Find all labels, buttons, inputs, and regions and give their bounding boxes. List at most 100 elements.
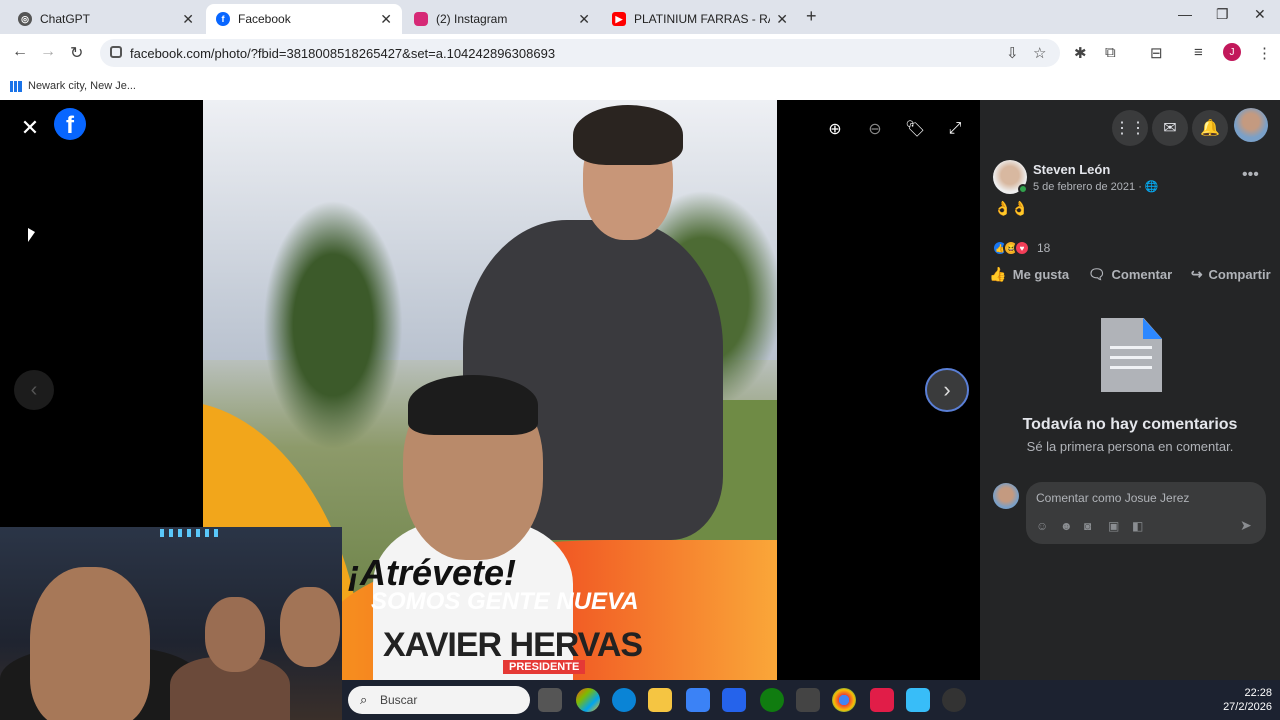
streamer-face [30,567,150,720]
clock-time: 22:28 [1244,687,1272,699]
close-tab-icon[interactable]: ✕ [182,11,194,28]
tag-icon[interactable]: 🏷 [902,116,928,142]
tab-title: PLATINIUM FARRAS - RAKATA [634,12,770,26]
bookmarks-bar: Newark city, New Je... [0,72,1280,100]
photo-person-hair [573,105,683,165]
back-icon[interactable]: ← [12,43,28,61]
more-options-icon[interactable]: ••• [1242,166,1259,184]
post-date[interactable]: 5 de febrero de 2021 · 🌐 [1033,180,1159,193]
photos-icon[interactable] [906,688,930,712]
profile-avatar[interactable]: J [1223,43,1241,61]
comment-label: Comentar [1111,266,1173,282]
url-text: facebook.com/photo/?fbid=381800851826542… [130,45,556,61]
window-close-icon[interactable]: ✕ [1254,6,1266,23]
app-icon[interactable] [796,688,820,712]
xbox-icon[interactable] [760,688,784,712]
thumbs-up-icon: 👍 [989,265,1007,282]
notifications-bell-icon[interactable]: 🔔 [1192,110,1228,146]
menu-grid-icon[interactable]: ⋮⋮ [1112,110,1148,146]
like-button[interactable]: 👍 Me gusta [989,266,1069,283]
post-actions: 👍 Me gusta 🗨 Comentar ↪ Compartir [980,260,1280,288]
zoom-out-icon[interactable]: ⊖ [862,116,888,142]
tab-facebook[interactable]: f Facebook ✕ [206,4,402,34]
send-icon[interactable]: ➤ [1240,517,1252,534]
taskbar-clock[interactable]: 22:28 27/2/2026 [1210,686,1272,714]
install-app-icon[interactable]: ⇩ [1006,44,1019,62]
gif-icon[interactable]: ▣ [1108,519,1119,533]
chrome-icon[interactable] [832,688,856,712]
close-tab-icon[interactable]: ✕ [776,11,788,28]
led-lights [160,529,220,537]
chatgpt-favicon-icon: ◎ [18,12,32,26]
comment-input[interactable] [1036,488,1256,508]
new-tab-button[interactable]: + [806,6,817,27]
no-comments-subtitle: Sé la primera persona en comentar. [1026,439,1234,454]
close-tab-icon[interactable]: ✕ [578,11,590,28]
site-info-icon[interactable] [110,46,122,58]
bookmark-newark[interactable]: Newark city, New Je... [28,80,136,92]
fullscreen-icon[interactable]: ⤢ [942,116,968,142]
reload-icon[interactable]: ↻ [70,43,83,63]
bookmark-star-icon[interactable]: ☆ [1033,44,1046,62]
emoji-icon[interactable]: ☻ [1060,519,1073,533]
camera-icon[interactable]: ◙ [1084,519,1091,533]
task-view-icon[interactable] [538,688,562,712]
messenger-icon[interactable]: ✉ [1152,110,1188,146]
facebook-logo-icon[interactable]: f [54,108,86,140]
tab-youtube[interactable]: ▶ PLATINIUM FARRAS - RAKATA ✕ [602,4,798,34]
search-placeholder: Buscar [380,693,418,707]
no-comments-title: Todavía no hay comentarios [1022,416,1238,433]
tab-title: (2) Instagram [436,12,508,26]
comment-button[interactable]: 🗨 Comentar [1088,266,1172,283]
os-taskbar: ⌕ Buscar 22:28 27/2/2026 [342,680,1280,720]
extension-icon[interactable]: ✱ [1074,44,1087,62]
forward-icon[interactable]: → [40,43,56,61]
extensions-puzzle-icon[interactable]: ⧉ [1105,44,1116,61]
close-tab-icon[interactable]: ✕ [380,11,392,28]
commenter-avatar [993,483,1019,509]
document-line [1110,346,1152,349]
edge-icon[interactable] [612,688,636,712]
minimize-icon[interactable]: — [1178,6,1192,22]
share-arrow-icon: ↪ [1190,265,1203,282]
share-label: Compartir [1208,266,1271,282]
share-button[interactable]: ↪ Compartir [1191,266,1271,283]
post-author[interactable]: Steven León [1033,162,1110,177]
facebook-favicon-icon: f [216,12,230,26]
taskbar-search[interactable]: ⌕ Buscar [348,686,530,714]
file-explorer-icon[interactable] [648,688,672,712]
mouse-cursor-icon [28,228,35,242]
copilot-icon[interactable] [576,688,600,712]
url-bar[interactable]: facebook.com/photo/?fbid=381800851826542… [100,39,1060,67]
tab-search-icon[interactable]: ⊟ [1150,44,1163,62]
analytics-bookmark-icon [10,80,22,92]
sticker-icon[interactable]: ◧ [1132,519,1143,533]
close-viewer-button[interactable]: ✕ [14,112,46,144]
webcam-overlay [0,527,342,720]
document-line [1110,356,1152,359]
photo-trees [263,200,403,450]
comment-box[interactable]: ☺ ☻ ◙ ▣ ◧ ➤ [1026,482,1266,544]
zoom-in-icon[interactable]: ⊕ [822,116,848,142]
account-avatar[interactable] [1234,108,1268,142]
tab-instagram[interactable]: (2) Instagram ✕ [404,4,600,34]
browser-menu-icon[interactable]: ⋮ [1257,44,1272,62]
previous-photo-button[interactable]: ‹ [14,370,54,410]
poster-role-tag: PRESIDENTE [503,660,586,674]
tab-chatgpt[interactable]: ◎ ChatGPT ✕ [8,4,204,34]
comment-bubble-icon: 🗨 [1087,265,1106,282]
word-app-icon[interactable] [722,688,746,712]
like-label: Me gusta [1012,266,1070,282]
address-toolbar: ← → ↻ facebook.com/photo/?fbid=381800851… [0,34,1280,72]
instagram-favicon-icon [414,12,428,26]
reactions-summary[interactable]: 👍 😆 ♥ 18 [992,240,1050,256]
next-photo-button[interactable]: › [925,368,969,412]
restore-icon[interactable]: ❐ [1216,6,1229,23]
tab-title: ChatGPT [40,12,91,26]
obs-icon[interactable] [942,688,966,712]
avatar-sticker-icon[interactable]: ☺ [1036,519,1048,533]
tiktok-icon[interactable] [870,688,894,712]
store-icon[interactable] [686,688,710,712]
media-control-icon[interactable]: ≡ [1194,44,1203,61]
document-line [1110,366,1152,369]
